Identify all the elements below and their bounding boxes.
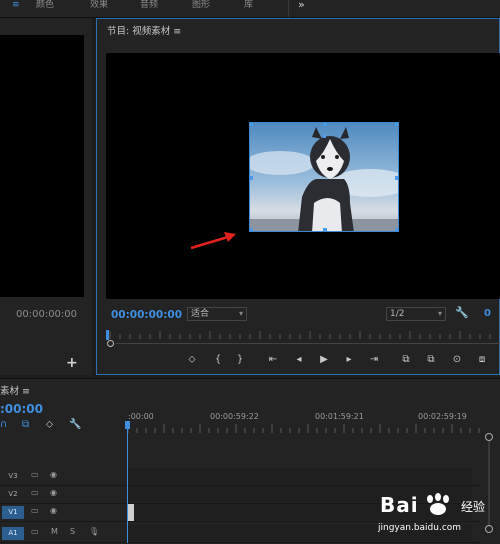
resize-handle-bl[interactable] bbox=[250, 228, 253, 231]
workspace-tab-libraries[interactable]: 库 bbox=[244, 0, 253, 17]
vertical-zoom-scrollbar[interactable] bbox=[485, 433, 493, 533]
ruler-label: 00:01:59:21 bbox=[315, 412, 364, 421]
solo-button[interactable]: S bbox=[70, 527, 75, 536]
resize-handle-right[interactable] bbox=[395, 176, 398, 180]
resize-handle-top[interactable] bbox=[323, 123, 327, 126]
source-video-area[interactable] bbox=[0, 35, 84, 297]
resize-handle-tl[interactable] bbox=[250, 123, 253, 126]
workspace-tab-graphics[interactable]: 图形 bbox=[192, 0, 210, 17]
snap-icon[interactable]: ∩ bbox=[0, 419, 7, 430]
ruler-label: :00:00 bbox=[128, 412, 154, 421]
fit-zoom-select[interactable]: 适合 ▾ bbox=[187, 307, 247, 321]
wrench-icon[interactable]: 🔧 bbox=[455, 306, 469, 319]
program-monitor-title[interactable]: 节目: 视频素材 ≡ bbox=[107, 23, 181, 37]
timeline-title[interactable]: 素材 ≡ bbox=[0, 383, 30, 397]
add-button[interactable]: + bbox=[66, 355, 78, 371]
go-to-out-button[interactable]: ⇥ bbox=[366, 354, 382, 365]
chevron-down-icon: ▾ bbox=[437, 309, 442, 318]
microphone-icon[interactable]: 🎙 bbox=[89, 527, 99, 536]
marker-icon[interactable]: ⬦ bbox=[46, 419, 53, 430]
export-frame-button[interactable]: ⊙ bbox=[449, 354, 465, 365]
timeline-playhead-line[interactable] bbox=[127, 421, 128, 543]
mute-button[interactable]: M bbox=[51, 527, 58, 536]
workspace-menu-icon[interactable]: ≡ bbox=[12, 0, 20, 17]
video-clip[interactable] bbox=[128, 504, 134, 521]
film-icon[interactable]: ▭ bbox=[31, 506, 39, 515]
track-label[interactable]: V2 bbox=[2, 488, 24, 501]
chevron-down-icon: ▾ bbox=[238, 309, 243, 318]
mark-out-button[interactable]: } bbox=[232, 354, 248, 365]
husky-image-frame[interactable] bbox=[249, 122, 399, 232]
playback-resolution-select[interactable]: 1/2 ▾ bbox=[386, 307, 446, 321]
program-playhead[interactable] bbox=[106, 330, 109, 340]
scroll-knob-bottom[interactable] bbox=[485, 525, 493, 533]
program-duration: 0 bbox=[484, 308, 491, 319]
eye-icon[interactable]: ◉ bbox=[50, 506, 57, 515]
red-arrow-annotation bbox=[190, 232, 236, 250]
workspace-tab-color[interactable]: 颜色 bbox=[36, 0, 54, 17]
source-timecode[interactable]: 00:00:00:00 bbox=[16, 309, 77, 320]
track-v3[interactable]: V3 ▭ ◉ bbox=[0, 468, 480, 486]
resolution-value: 1/2 bbox=[390, 309, 405, 319]
paw-icon bbox=[427, 493, 449, 515]
program-timecode[interactable]: 00:00:00:00 bbox=[111, 309, 182, 321]
lift-button[interactable]: ⧉ bbox=[398, 354, 414, 365]
watermark-suffix: 经验 bbox=[461, 500, 486, 514]
go-to-in-button[interactable]: ⇤ bbox=[265, 354, 281, 365]
ruler-label: 00:00:59:22 bbox=[210, 412, 259, 421]
film-icon[interactable]: ▭ bbox=[31, 488, 39, 497]
husky-photo bbox=[250, 123, 398, 231]
timeline-ruler[interactable] bbox=[128, 421, 480, 433]
resize-handle-left[interactable] bbox=[250, 176, 253, 180]
wrench-icon[interactable]: 🔧 bbox=[69, 419, 81, 430]
extract-button[interactable]: ⧉ bbox=[423, 354, 439, 365]
play-button[interactable]: ▶ bbox=[316, 354, 332, 365]
workspace-divider bbox=[288, 0, 289, 17]
track-label[interactable]: V1 bbox=[2, 506, 24, 519]
step-forward-button[interactable]: ▸ bbox=[341, 354, 357, 365]
workspace-tab-effects[interactable]: 效果 bbox=[90, 0, 108, 17]
watermark-brand: Bai bbox=[380, 493, 419, 517]
workspace-more-icon[interactable]: » bbox=[298, 0, 305, 17]
resize-handle-bottom[interactable] bbox=[323, 228, 327, 231]
linked-selection-icon[interactable]: ⧉ bbox=[22, 419, 29, 430]
timeline-timecode[interactable]: :00:00 bbox=[0, 402, 43, 416]
film-icon[interactable]: ▭ bbox=[31, 470, 39, 479]
workspace-bar: ≡ 颜色 效果 音频 图形 库 » bbox=[0, 0, 500, 18]
track-label[interactable]: V3 bbox=[2, 470, 24, 483]
zoom-scroll-track[interactable] bbox=[116, 343, 500, 344]
eye-icon[interactable]: ◉ bbox=[50, 470, 57, 479]
resize-handle-br[interactable] bbox=[395, 228, 398, 231]
workspace-tab-audio[interactable]: 音频 bbox=[140, 0, 158, 17]
film-icon[interactable]: ▭ bbox=[31, 527, 39, 536]
anchor-point-handle[interactable] bbox=[323, 135, 326, 138]
add-marker-button[interactable]: ⬦ bbox=[184, 354, 200, 365]
timeline-playhead[interactable] bbox=[125, 421, 130, 429]
mark-in-button[interactable]: { bbox=[210, 354, 226, 365]
step-back-button[interactable]: ◂ bbox=[291, 354, 307, 365]
program-mini-ruler[interactable] bbox=[106, 329, 500, 339]
scroll-knob-top[interactable] bbox=[485, 433, 493, 441]
eye-icon[interactable]: ◉ bbox=[50, 488, 57, 497]
track-label[interactable]: A1 bbox=[2, 527, 24, 540]
comparison-view-button[interactable]: ⧈ bbox=[474, 354, 490, 365]
track-content[interactable] bbox=[127, 468, 472, 484]
watermark-url: jingyan.baidu.com bbox=[378, 523, 462, 533]
resize-handle-tr[interactable] bbox=[395, 123, 398, 126]
fit-zoom-value: 适合 bbox=[191, 309, 210, 319]
zoom-scroll-knob[interactable] bbox=[107, 340, 114, 347]
ruler-label: 00:02:59:19 bbox=[418, 412, 467, 421]
